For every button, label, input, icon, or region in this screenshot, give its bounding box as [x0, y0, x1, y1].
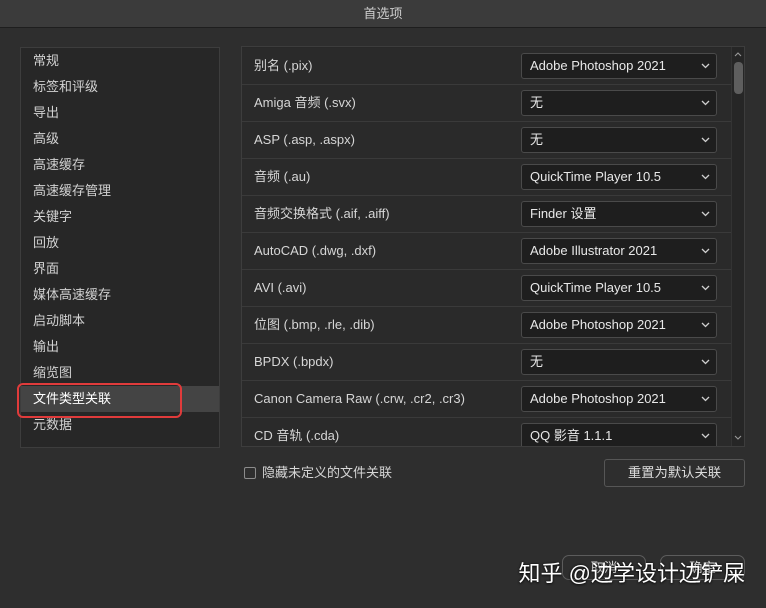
file-type-label: 音频交换格式 (.aif, .aiff): [254, 206, 390, 221]
sidebar-item-thumbnails[interactable]: 缩览图: [21, 360, 219, 386]
application-select[interactable]: Adobe Photoshop 2021: [521, 312, 717, 338]
application-select[interactable]: Finder 设置: [521, 201, 717, 227]
application-select-value: Adobe Illustrator 2021: [530, 243, 658, 258]
chevron-down-icon: [701, 137, 710, 143]
file-associations-list: 别名 (.pix) Adobe Photoshop 2021 Amiga 音频 …: [242, 48, 731, 446]
application-select-value: 无: [530, 95, 544, 110]
sidebar-item-export[interactable]: 导出: [21, 100, 219, 126]
chevron-down-icon: [701, 359, 710, 365]
application-select[interactable]: 无: [521, 90, 717, 116]
sidebar-item-startup-scripts[interactable]: 启动脚本: [21, 308, 219, 334]
application-select[interactable]: QuickTime Player 10.5: [521, 164, 717, 190]
sidebar-item-labels-ratings[interactable]: 标签和评级: [21, 74, 219, 100]
chevron-down-icon[interactable]: [734, 435, 742, 440]
sidebar-item-general[interactable]: 常规: [21, 48, 219, 74]
association-row: 音频 (.au) QuickTime Player 10.5: [242, 159, 731, 196]
association-row: BPDX (.bpdx) 无: [242, 344, 731, 381]
ok-button[interactable]: 确定: [660, 555, 745, 580]
association-row: 位图 (.bmp, .rle, .dib) Adobe Photoshop 20…: [242, 307, 731, 344]
file-type-label: 位图 (.bmp, .rle, .dib): [254, 317, 375, 332]
file-type-label: Amiga 音频 (.svx): [254, 95, 356, 110]
sidebar-item-metadata[interactable]: 元数据: [21, 412, 219, 438]
reset-defaults-button[interactable]: 重置为默认关联: [604, 459, 745, 487]
application-select-value: Adobe Photoshop 2021: [530, 58, 666, 73]
application-select[interactable]: QQ 影音 1.1.1: [521, 423, 717, 446]
application-select-value: Adobe Photoshop 2021: [530, 391, 666, 406]
chevron-down-icon: [701, 63, 710, 69]
sidebar-item-interface[interactable]: 界面: [21, 256, 219, 282]
chevron-down-icon: [701, 285, 710, 291]
application-select[interactable]: Adobe Illustrator 2021: [521, 238, 717, 264]
file-type-label: 音频 (.au): [254, 169, 311, 184]
chevron-down-icon: [701, 211, 710, 217]
window-title: 首选项: [0, 0, 766, 28]
association-row: 音频交换格式 (.aif, .aiff) Finder 设置: [242, 196, 731, 233]
hide-undefined-checkbox[interactable]: [244, 467, 256, 479]
application-select[interactable]: Adobe Photoshop 2021: [521, 386, 717, 412]
association-row: Amiga 音频 (.svx) 无: [242, 85, 731, 122]
list-scrollbar[interactable]: [731, 47, 744, 446]
application-select[interactable]: QuickTime Player 10.5: [521, 275, 717, 301]
file-type-label: CD 音轨 (.cda): [254, 428, 340, 443]
chevron-up-icon[interactable]: [734, 52, 742, 57]
application-select-value: Finder 设置: [530, 206, 597, 221]
association-row: Canon Camera Raw (.crw, .cr2, .cr3) Adob…: [242, 381, 731, 418]
chevron-down-icon: [701, 100, 710, 106]
association-row: AutoCAD (.dwg, .dxf) Adobe Illustrator 2…: [242, 233, 731, 270]
file-type-label: Canon Camera Raw (.crw, .cr2, .cr3): [254, 391, 465, 406]
sidebar-item-keywords[interactable]: 关键字: [21, 204, 219, 230]
application-select-value: QuickTime Player 10.5: [530, 280, 662, 295]
sidebar-item-file-type-associations[interactable]: 文件类型关联: [21, 386, 219, 412]
file-associations-panel: 别名 (.pix) Adobe Photoshop 2021 Amiga 音频 …: [241, 46, 745, 447]
sidebar-item-cache-management[interactable]: 高速缓存管理: [21, 178, 219, 204]
chevron-down-icon: [701, 248, 710, 254]
chevron-down-icon: [701, 433, 710, 439]
association-row: AVI (.avi) QuickTime Player 10.5: [242, 270, 731, 307]
hide-undefined-label[interactable]: 隐藏未定义的文件关联: [262, 464, 392, 482]
association-row: ASP (.asp, .aspx) 无: [242, 122, 731, 159]
application-select[interactable]: 无: [521, 349, 717, 375]
scrollbar-thumb[interactable]: [734, 62, 743, 94]
file-type-label: AutoCAD (.dwg, .dxf): [254, 243, 377, 258]
association-row: 别名 (.pix) Adobe Photoshop 2021: [242, 48, 731, 85]
application-select[interactable]: 无: [521, 127, 717, 153]
application-select-value: 无: [530, 132, 544, 147]
preferences-sidebar: 常规 标签和评级 导出 高级 高速缓存 高速缓存管理 关键字 回放 界面 媒体高…: [20, 47, 220, 448]
chevron-down-icon: [701, 322, 710, 328]
file-type-label: 别名 (.pix): [254, 58, 313, 73]
sidebar-item-cache[interactable]: 高速缓存: [21, 152, 219, 178]
application-select[interactable]: Adobe Photoshop 2021: [521, 53, 717, 79]
file-type-label: BPDX (.bpdx): [254, 354, 334, 369]
application-select-value: Adobe Photoshop 2021: [530, 317, 666, 332]
sidebar-item-media-cache[interactable]: 媒体高速缓存: [21, 282, 219, 308]
application-select-value: 无: [530, 354, 544, 369]
application-select-value: QQ 影音 1.1.1: [530, 428, 613, 443]
chevron-down-icon: [701, 396, 710, 402]
chevron-down-icon: [701, 174, 710, 180]
application-select-value: QuickTime Player 10.5: [530, 169, 662, 184]
file-type-label: AVI (.avi): [254, 280, 307, 295]
sidebar-item-output[interactable]: 输出: [21, 334, 219, 360]
sidebar-item-advanced[interactable]: 高级: [21, 126, 219, 152]
association-row: CD 音轨 (.cda) QQ 影音 1.1.1: [242, 418, 731, 446]
sidebar-item-playback[interactable]: 回放: [21, 230, 219, 256]
cancel-button[interactable]: 取消: [562, 555, 646, 580]
file-type-label: ASP (.asp, .aspx): [254, 132, 355, 147]
